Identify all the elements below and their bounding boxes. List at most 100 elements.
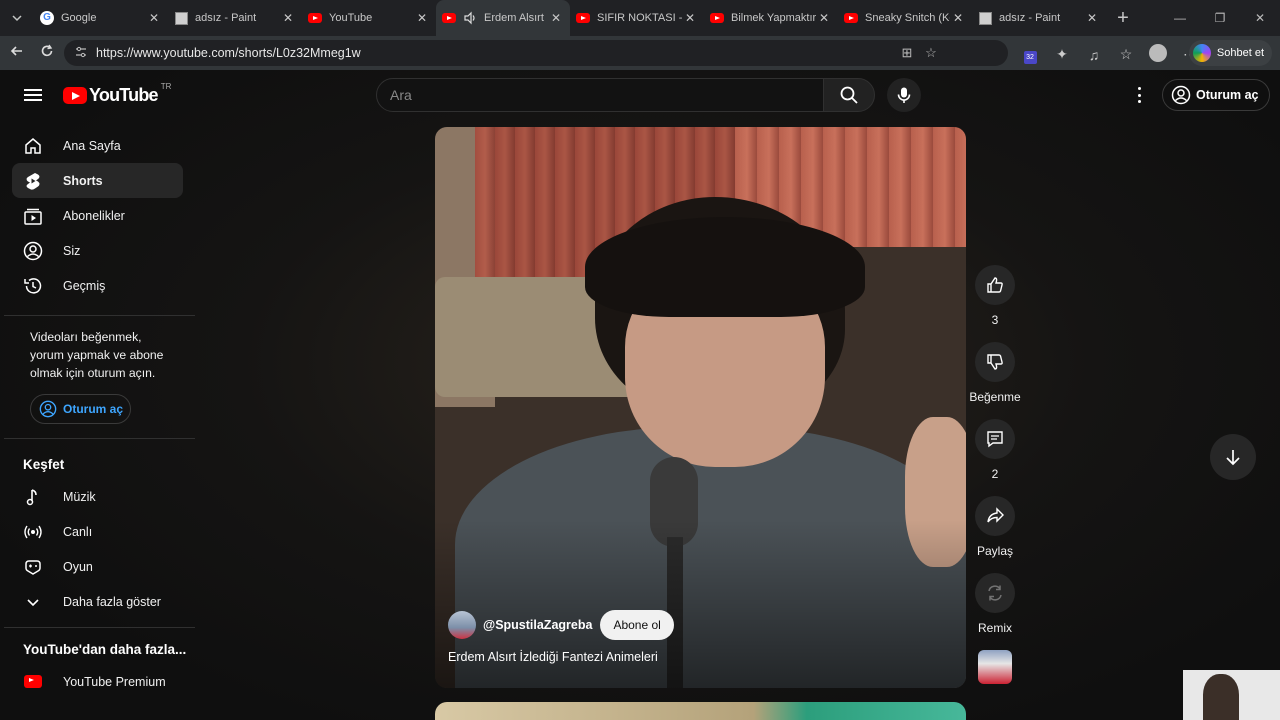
app-install-icon[interactable]: ⊞	[895, 45, 919, 61]
channel-avatar[interactable]	[448, 611, 476, 639]
channel-name[interactable]: @SpustilaZagreba	[483, 618, 592, 632]
arrow-down-icon	[1226, 450, 1240, 466]
calendar-extension-icon[interactable]: 32	[1014, 46, 1046, 64]
next-short-button[interactable]	[1210, 434, 1256, 480]
chevron-down-icon	[23, 592, 43, 612]
maximize-icon[interactable]: ❐	[1200, 11, 1240, 25]
browser-tab[interactable]: Sneaky Snitch (Kevi ✕	[838, 0, 972, 36]
browser-tab[interactable]: Bilmek Yapmaktır - ✕	[704, 0, 838, 36]
comments-action: 2	[966, 419, 1024, 484]
google-icon: G	[40, 11, 54, 25]
share-button[interactable]	[975, 496, 1015, 536]
youtube-icon	[844, 11, 858, 25]
signin-button[interactable]: Oturum aç	[1162, 79, 1270, 111]
next-short-preview[interactable]	[435, 702, 966, 720]
copilot-icon	[1192, 44, 1211, 62]
youtube-icon	[576, 11, 590, 25]
bookmark-star-icon[interactable]: ☆	[919, 45, 943, 61]
like-count: 3	[991, 313, 999, 327]
back-icon[interactable]	[2, 44, 32, 63]
shorts-icon	[23, 171, 43, 191]
short-title[interactable]: Erdem Alsırt İzlediği Fantezi Animeleri	[448, 650, 658, 664]
signin-prompt-text: Videoları beğenmek, yorum yapmak ve abon…	[30, 330, 164, 380]
short-video-player[interactable]: @SpustilaZagreba Abone ol Erdem Alsırt İ…	[435, 127, 966, 688]
tab-close-icon[interactable]: ✕	[146, 11, 162, 25]
subscribe-button[interactable]: Abone ol	[600, 610, 674, 640]
settings-more-icon[interactable]	[1131, 85, 1147, 105]
sidebar-item-youtube-premium[interactable]: YouTube Premium	[12, 664, 183, 699]
youtube-logo[interactable]: YouTube TR	[63, 82, 171, 106]
reload-icon[interactable]	[32, 44, 62, 63]
sidebar: Ana Sayfa Shorts Abonelikler Siz Geçmiş …	[0, 128, 195, 699]
minimize-icon[interactable]: —	[1160, 11, 1200, 25]
voice-search-button[interactable]	[887, 78, 921, 112]
music-icon	[23, 487, 43, 507]
thumbs-up-icon	[987, 277, 1003, 293]
short-actions: 3 Beğenme 2 Paylaş Remix	[966, 265, 1024, 696]
address-bar[interactable]: https://www.youtube.com/shorts/L0z32Mmeg…	[64, 40, 1008, 66]
youtube-icon	[710, 11, 724, 25]
media-control-icon[interactable]: ♫	[1078, 47, 1110, 63]
sidebar-signin-button[interactable]: Oturum aç	[30, 394, 131, 424]
paint-icon	[174, 11, 188, 25]
history-icon	[23, 276, 43, 296]
tab-search-chevron-icon[interactable]	[0, 0, 34, 36]
dislike-button[interactable]	[975, 342, 1015, 382]
browser-tab-active[interactable]: Erdem Alsırt İz ✕	[436, 0, 570, 36]
browser-tab[interactable]: adsız - Paint ✕	[168, 0, 302, 36]
sidebar-item-home[interactable]: Ana Sayfa	[12, 128, 183, 163]
remix-label: Remix	[977, 621, 1012, 635]
new-tab-icon[interactable]: +	[1106, 7, 1140, 30]
profile-avatar-icon[interactable]	[1142, 44, 1174, 65]
tab-close-icon[interactable]: ✕	[414, 11, 430, 25]
copilot-chat-button[interactable]: Sohbet et	[1188, 40, 1272, 66]
extensions-area: 32 ✦ ♫ ☆ ⋯	[1014, 44, 1206, 65]
like-action: 3	[966, 265, 1024, 330]
speaker-icon[interactable]	[463, 11, 477, 25]
sidebar-item-subscriptions[interactable]: Abonelikler	[12, 198, 183, 233]
window-controls: — ❐ ✕	[1160, 0, 1280, 36]
remix-icon	[988, 585, 1002, 601]
sidebar-item-you[interactable]: Siz	[12, 233, 183, 268]
sidebar-item-shorts[interactable]: Shorts	[12, 163, 183, 198]
sidebar-item-gaming[interactable]: Oyun	[12, 549, 183, 584]
tab-close-icon[interactable]: ✕	[816, 11, 832, 25]
sidebar-item-live[interactable]: Canlı	[12, 514, 183, 549]
extensions-icon[interactable]: ✦	[1046, 46, 1078, 63]
browser-tab[interactable]: adsız - Paint ✕	[972, 0, 1106, 36]
sidebar-divider	[4, 438, 195, 439]
browser-tab-strip: G Google ✕ adsız - Paint ✕ YouTube ✕ Erd…	[0, 0, 1280, 36]
site-info-icon[interactable]	[74, 45, 88, 62]
dislike-action: Beğenme	[966, 342, 1024, 407]
sidebar-item-show-more[interactable]: Daha fazla göster	[12, 584, 183, 619]
share-action: Paylaş	[966, 496, 1024, 561]
tab-close-icon[interactable]: ✕	[1084, 11, 1100, 25]
comments-button[interactable]	[975, 419, 1015, 459]
webcam-overlay	[1183, 670, 1280, 720]
sidebar-item-history[interactable]: Geçmiş	[12, 268, 183, 303]
tab-close-icon[interactable]: ✕	[682, 11, 698, 25]
search-button[interactable]	[823, 78, 875, 112]
remix-button[interactable]	[975, 573, 1015, 613]
browser-tab[interactable]: G Google ✕	[34, 0, 168, 36]
like-button[interactable]	[975, 265, 1015, 305]
account-circle-icon	[39, 400, 57, 418]
browser-tab[interactable]: YouTube ✕	[302, 0, 436, 36]
sound-thumbnail[interactable]	[978, 650, 1012, 684]
search-input[interactable]	[390, 87, 790, 103]
sound-thumbnail-action	[966, 650, 1024, 684]
tab-close-icon[interactable]: ✕	[548, 11, 564, 25]
home-icon	[23, 136, 43, 156]
tab-close-icon[interactable]: ✕	[280, 11, 296, 25]
omnibox-actions: ⊞ ☆	[895, 40, 943, 66]
more-from-youtube-heading: YouTube'dan daha fazla...	[23, 642, 187, 657]
tab-close-icon[interactable]: ✕	[950, 11, 966, 25]
menu-hamburger-icon[interactable]	[24, 86, 42, 104]
close-window-icon[interactable]: ✕	[1240, 11, 1280, 25]
search-box[interactable]	[376, 78, 824, 112]
sidebar-item-music[interactable]: Müzik	[12, 479, 183, 514]
remix-action: Remix	[966, 573, 1024, 638]
youtube-premium-icon	[23, 672, 43, 692]
favorites-icon[interactable]: ☆	[1110, 46, 1142, 63]
browser-tab[interactable]: SIFIR NOKTASI - Kı ✕	[570, 0, 704, 36]
